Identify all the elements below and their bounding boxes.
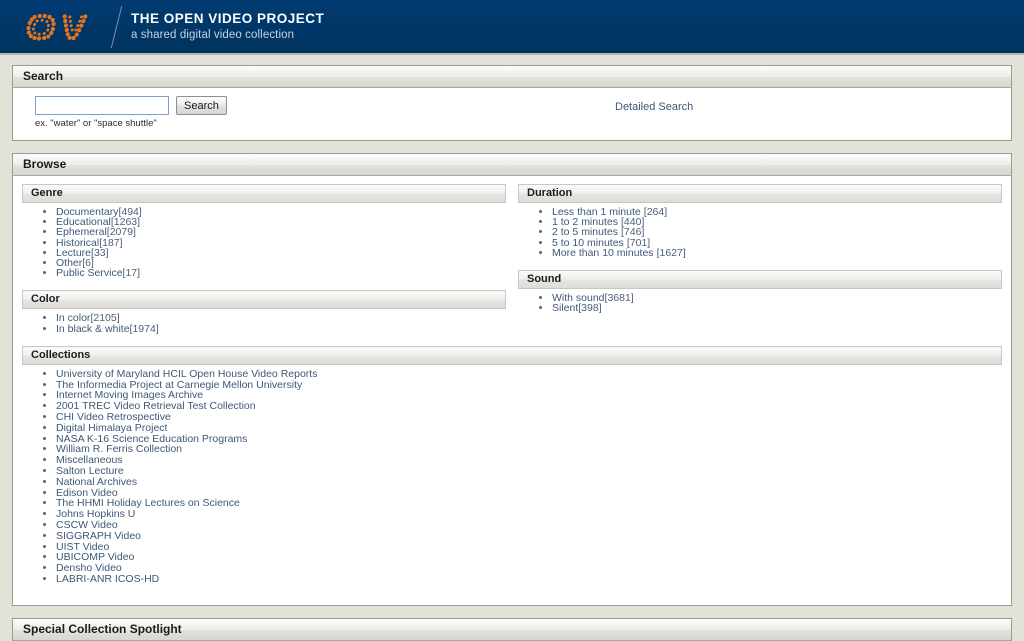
list-item: Public Service[17] (56, 268, 506, 278)
sound-count-with-sound: [3681] (605, 292, 634, 304)
genre-box: Genre Documentary[494] Educational[1263]… (22, 184, 506, 280)
sound-count-silent: [398] (578, 302, 601, 314)
site-tagline: a shared digital video collection (131, 29, 324, 42)
color-heading: Color (22, 290, 506, 309)
browse-panel-body: Genre Documentary[494] Educational[1263]… (13, 176, 1011, 605)
duration-box: Duration Less than 1 minute [264] 1 to 2… (518, 184, 1002, 260)
page-content: Search Search ex. "water" or "space shut… (0, 55, 1024, 641)
list-item: National Archives (56, 477, 1002, 488)
search-button[interactable]: Search (176, 96, 227, 115)
search-form: Search ex. "water" or "space shuttle" (35, 96, 227, 129)
list-item: LABRI-ANR ICOS-HD (56, 574, 1002, 585)
genre-link-public-service[interactable]: Public Service (56, 267, 123, 279)
sound-heading: Sound (518, 270, 1002, 289)
list-item: Silent[398] (552, 303, 1002, 313)
list-item: With sound[3681] (552, 293, 1002, 303)
collections-box: Collections University of Maryland HCIL … (22, 346, 1002, 587)
list-item: 2001 TREC Video Retrieval Test Collectio… (56, 401, 1002, 412)
browse-panel: Browse Genre Documentary[494] Educationa… (12, 153, 1012, 606)
color-link-black-white[interactable]: In black & white (56, 323, 130, 335)
spotlight-panel: Special Collection Spotlight (12, 618, 1012, 641)
list-item: SIGGRAPH Video (56, 531, 1002, 542)
browse-left-column: Genre Documentary[494] Educational[1263]… (22, 184, 506, 346)
list-item: Densho Video (56, 563, 1002, 574)
site-title: THE OPEN VIDEO PROJECT (131, 11, 324, 27)
list-item: The HHMI Holiday Lectures on Science (56, 498, 1002, 509)
list-item: CSCW Video (56, 520, 1002, 531)
list-item: Miscellaneous (56, 455, 1002, 466)
color-list: In color[2105] In black & white[1974] (22, 313, 506, 333)
list-item: Lecture[33] (56, 248, 506, 258)
site-branding: THE OPEN VIDEO PROJECT a shared digital … (131, 11, 324, 42)
list-item: Historical[187] (56, 238, 506, 248)
search-panel-heading: Search (13, 66, 1011, 88)
duration-body: Less than 1 minute [264] 1 to 2 minutes … (518, 203, 1002, 260)
list-item: More than 10 minutes [1627] (552, 248, 1002, 258)
collections-list: University of Maryland HCIL Open House V… (22, 369, 1002, 585)
duration-heading: Duration (518, 184, 1002, 203)
collections-heading: Collections (22, 346, 1002, 365)
duration-count-lt-1-minute: [264] (644, 206, 667, 218)
list-item: Ephemeral[2079] (56, 227, 506, 237)
color-count-black-white: [1974] (130, 323, 159, 335)
browse-panel-heading: Browse (13, 154, 1011, 176)
list-item: NASA K-16 Science Education Programs (56, 434, 1002, 445)
search-controls: Search (35, 96, 227, 115)
collection-link-labri-anr-icos-hd[interactable]: LABRI-ANR ICOS-HD (56, 573, 159, 585)
sound-list: With sound[3681] Silent[398] (518, 293, 1002, 313)
search-panel-body: Search ex. "water" or "space shuttle" De… (13, 88, 1011, 140)
sound-box: Sound With sound[3681] Silent[398] (518, 270, 1002, 315)
browse-top-grid: Genre Documentary[494] Educational[1263]… (22, 184, 1002, 346)
open-video-logo-icon[interactable] (22, 7, 114, 47)
duration-list: Less than 1 minute [264] 1 to 2 minutes … (518, 207, 1002, 258)
list-item: UIST Video (56, 542, 1002, 553)
color-body: In color[2105] In black & white[1974] (22, 309, 506, 335)
list-item: In black & white[1974] (56, 324, 506, 334)
spotlight-panel-heading: Special Collection Spotlight (13, 619, 1011, 641)
site-masthead: THE OPEN VIDEO PROJECT a shared digital … (0, 0, 1024, 55)
search-hint: ex. "water" or "space shuttle" (35, 118, 227, 129)
genre-heading: Genre (22, 184, 506, 203)
list-item: CHI Video Retrospective (56, 412, 1002, 423)
list-item: William R. Ferris Collection (56, 444, 1002, 455)
list-item: UBICOMP Video (56, 552, 1002, 563)
duration-link-gt-10-minutes[interactable]: More than 10 minutes (552, 247, 654, 259)
search-input[interactable] (35, 96, 169, 115)
list-item: Johns Hopkins U (56, 509, 1002, 520)
sound-link-silent[interactable]: Silent (552, 302, 578, 314)
duration-count-gt-10-minutes: [1627] (657, 247, 686, 259)
color-box: Color In color[2105] In black & white[19… (22, 290, 506, 335)
collections-body: University of Maryland HCIL Open House V… (22, 365, 1002, 587)
list-item: Salton Lecture (56, 466, 1002, 477)
search-panel: Search Search ex. "water" or "space shut… (12, 65, 1012, 141)
genre-body: Documentary[494] Educational[1263] Ephem… (22, 203, 506, 280)
browse-right-column: Duration Less than 1 minute [264] 1 to 2… (518, 184, 1002, 346)
genre-count-public-service: [17] (123, 267, 141, 279)
genre-list: Documentary[494] Educational[1263] Ephem… (22, 207, 506, 278)
detailed-search-link[interactable]: Detailed Search (615, 101, 693, 113)
sound-body: With sound[3681] Silent[398] (518, 289, 1002, 315)
